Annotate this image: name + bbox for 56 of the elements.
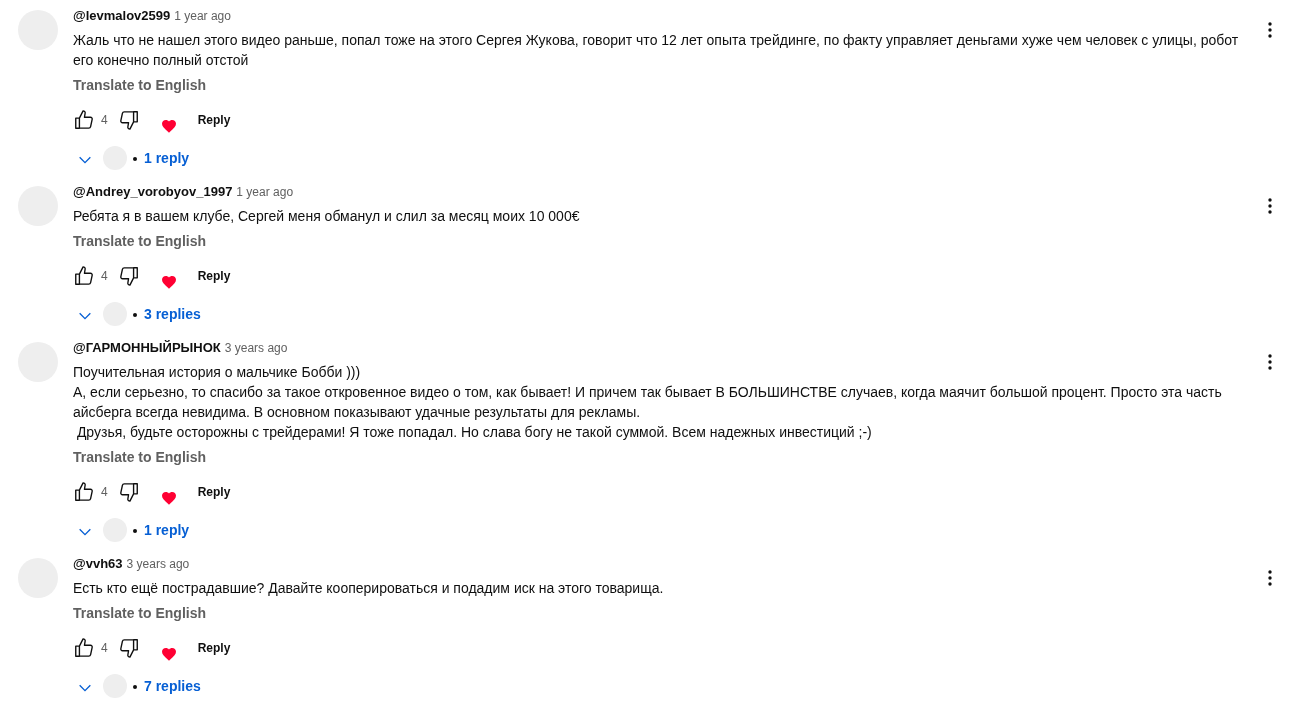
bullet-icon bbox=[133, 313, 137, 317]
thumbs-up-icon bbox=[73, 637, 95, 659]
like-button[interactable] bbox=[73, 637, 95, 659]
like-button[interactable] bbox=[73, 265, 95, 287]
translate-link[interactable]: Translate to English bbox=[73, 74, 207, 96]
comment-text: Ребята я в вашем клубе, Сергей меня обманул и слил за месяц моих 10 000€ bbox=[73, 207, 581, 226]
thumbs-down-icon bbox=[117, 637, 140, 659]
replies-link[interactable]: 1 reply bbox=[144, 150, 190, 166]
translate-link[interactable]: Translate to English bbox=[73, 230, 207, 252]
thumbs-up-icon bbox=[73, 109, 95, 131]
comment-author[interactable]: @levmalov2599 bbox=[73, 8, 171, 23]
bullet-icon bbox=[133, 685, 137, 689]
comment-time[interactable]: 3 years ago bbox=[126, 557, 190, 571]
comment-time[interactable]: 1 year ago bbox=[236, 185, 294, 199]
heart-icon bbox=[161, 647, 176, 661]
reply-button[interactable]: Reply bbox=[197, 485, 231, 499]
translate-link[interactable]: Translate to English bbox=[73, 602, 207, 624]
bullet-icon bbox=[133, 157, 137, 161]
more-menu-icon[interactable] bbox=[1268, 22, 1272, 38]
replies-link[interactable]: 1 reply bbox=[144, 522, 190, 538]
thumbs-down-icon bbox=[117, 109, 140, 131]
comment-text: Жаль что не нашел этого видео раньше, попал тоже на этого Сергея Жукова, говорит что 12 лет опыта трейдинге, по факту управляет деньгами хуже чем человек с улицы, робот его конечно полный отстой bbox=[73, 31, 1240, 70]
like-button[interactable] bbox=[73, 481, 95, 503]
heart-icon bbox=[161, 119, 176, 133]
bullet-icon bbox=[133, 529, 137, 533]
dislike-button[interactable] bbox=[117, 637, 140, 659]
reply-button[interactable]: Reply bbox=[197, 113, 231, 127]
comment-author[interactable]: @ГАРМОННЫЙРЫНОК bbox=[73, 340, 221, 355]
comment-text: Поучительная история о мальчике Бобби ))) А, если серьезно, то спасибо за такое откровенное видео о том, как бывает! И причем так бывает В БОЛЬШИНСТВЕ случаев, когда маячит большой процент. Просто эта часть айсберга всегда невидима. В основном показывают удачные результаты для рекламы. Друзья, будьте осторожны с трейдерами! Я тоже попадал. Но слава богу не такой суммой. Всем надежных инвестиций ;-) bbox=[73, 363, 1223, 442]
thumbs-down-icon bbox=[117, 481, 140, 503]
replies-link[interactable]: 3 replies bbox=[144, 306, 201, 322]
thumbs-up-icon bbox=[73, 265, 95, 287]
heart-icon bbox=[161, 491, 176, 505]
comment-text: Есть кто ещё пострадавшие? Давайте кооперироваться и подадим иск на этого товарища. bbox=[73, 579, 665, 598]
comment-time[interactable]: 1 year ago bbox=[174, 9, 231, 23]
replies-link[interactable]: 7 replies bbox=[144, 678, 201, 694]
reply-button[interactable]: Reply bbox=[197, 269, 231, 283]
comment-author[interactable]: @Andrey_vorobyov_1997 bbox=[73, 184, 233, 199]
like-count: 4 bbox=[101, 485, 108, 499]
like-count: 4 bbox=[101, 269, 108, 283]
dislike-button[interactable] bbox=[117, 109, 140, 131]
comment-time[interactable]: 3 years ago bbox=[224, 341, 288, 355]
thumbs-up-icon bbox=[73, 481, 95, 503]
more-menu-icon[interactable] bbox=[1268, 570, 1272, 586]
dislike-button[interactable] bbox=[117, 481, 140, 503]
translate-link[interactable]: Translate to English bbox=[73, 446, 207, 468]
like-count: 4 bbox=[101, 113, 108, 127]
like-count: 4 bbox=[101, 641, 108, 655]
more-menu-icon[interactable] bbox=[1268, 198, 1272, 214]
comment-author[interactable]: @vvh63 bbox=[73, 556, 123, 571]
dislike-button[interactable] bbox=[117, 265, 140, 287]
more-menu-icon[interactable] bbox=[1268, 354, 1272, 370]
reply-button[interactable]: Reply bbox=[197, 641, 231, 655]
like-button[interactable] bbox=[73, 109, 95, 131]
heart-icon bbox=[161, 275, 176, 289]
thumbs-down-icon bbox=[117, 265, 140, 287]
